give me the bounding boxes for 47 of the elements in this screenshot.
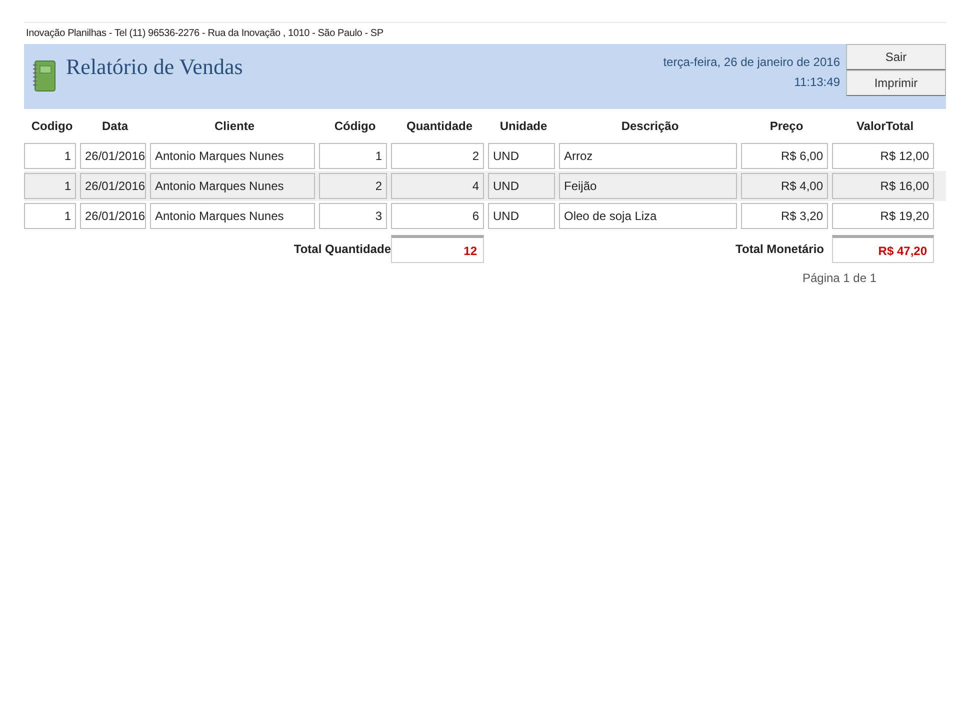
table-cell: Oleo de soja Liza	[559, 203, 737, 229]
table-cell: 6	[391, 203, 484, 229]
table-cell: Antonio Marques Nunes	[150, 203, 315, 229]
table-cell: R$ 6,00	[741, 143, 828, 169]
table-cell: Arroz	[559, 143, 737, 169]
column-header: Descrição	[620, 118, 680, 135]
total-label: Total Quantidade	[292, 241, 391, 258]
table-cell: UND	[488, 203, 555, 229]
table-cell: 26/01/2016	[80, 173, 146, 199]
table-cell: 1	[319, 143, 387, 169]
table-cell: R$ 16,00	[832, 173, 934, 199]
table-cell: R$ 19,20	[832, 203, 934, 229]
column-header: Data	[100, 118, 130, 135]
table-cell: 4	[391, 173, 484, 199]
table-cell: 1	[24, 173, 76, 199]
table-cell: R$ 12,00	[832, 143, 934, 169]
table-cell: Feijão	[559, 173, 737, 199]
column-header: Preço	[768, 118, 804, 135]
column-header: Código	[333, 118, 377, 135]
column-header: Cliente	[213, 118, 256, 135]
column-header: Quantidade	[405, 118, 474, 135]
column-header: Codigo	[30, 118, 74, 135]
table-cell: Antonio Marques Nunes	[150, 173, 315, 199]
total-quantity: 12	[391, 235, 484, 263]
table-cell: 26/01/2016	[80, 203, 146, 229]
exit-button[interactable]: Sair	[846, 44, 946, 70]
column-header: Unidade	[498, 118, 548, 135]
time-text: 11:13:49	[793, 74, 840, 91]
table-cell: 2	[391, 143, 484, 169]
total-value: R$ 47,20	[832, 235, 934, 263]
table-cell: R$ 4,00	[741, 173, 828, 199]
total-label: Total Monetário	[734, 241, 825, 258]
table-cell: 26/01/2016	[80, 143, 146, 169]
table-cell: 1	[24, 143, 76, 169]
table-cell: Antonio Marques Nunes	[150, 143, 315, 169]
table-cell: 3	[319, 203, 387, 229]
column-header: ValorTotal	[855, 118, 915, 135]
page-number: Página 1 de 1	[801, 270, 878, 287]
print-button[interactable]: Imprimir	[846, 70, 946, 96]
notebook-icon	[32, 60, 56, 92]
table-cell: 2	[319, 173, 387, 199]
date-text: terça-feira, 26 de janeiro de 2016	[663, 54, 840, 71]
table-cell: 1	[24, 203, 76, 229]
table-cell: UND	[488, 173, 555, 199]
report-title: Relatório de Vendas	[66, 53, 243, 81]
table-cell: R$ 3,20	[741, 203, 828, 229]
table-cell: UND	[488, 143, 555, 169]
